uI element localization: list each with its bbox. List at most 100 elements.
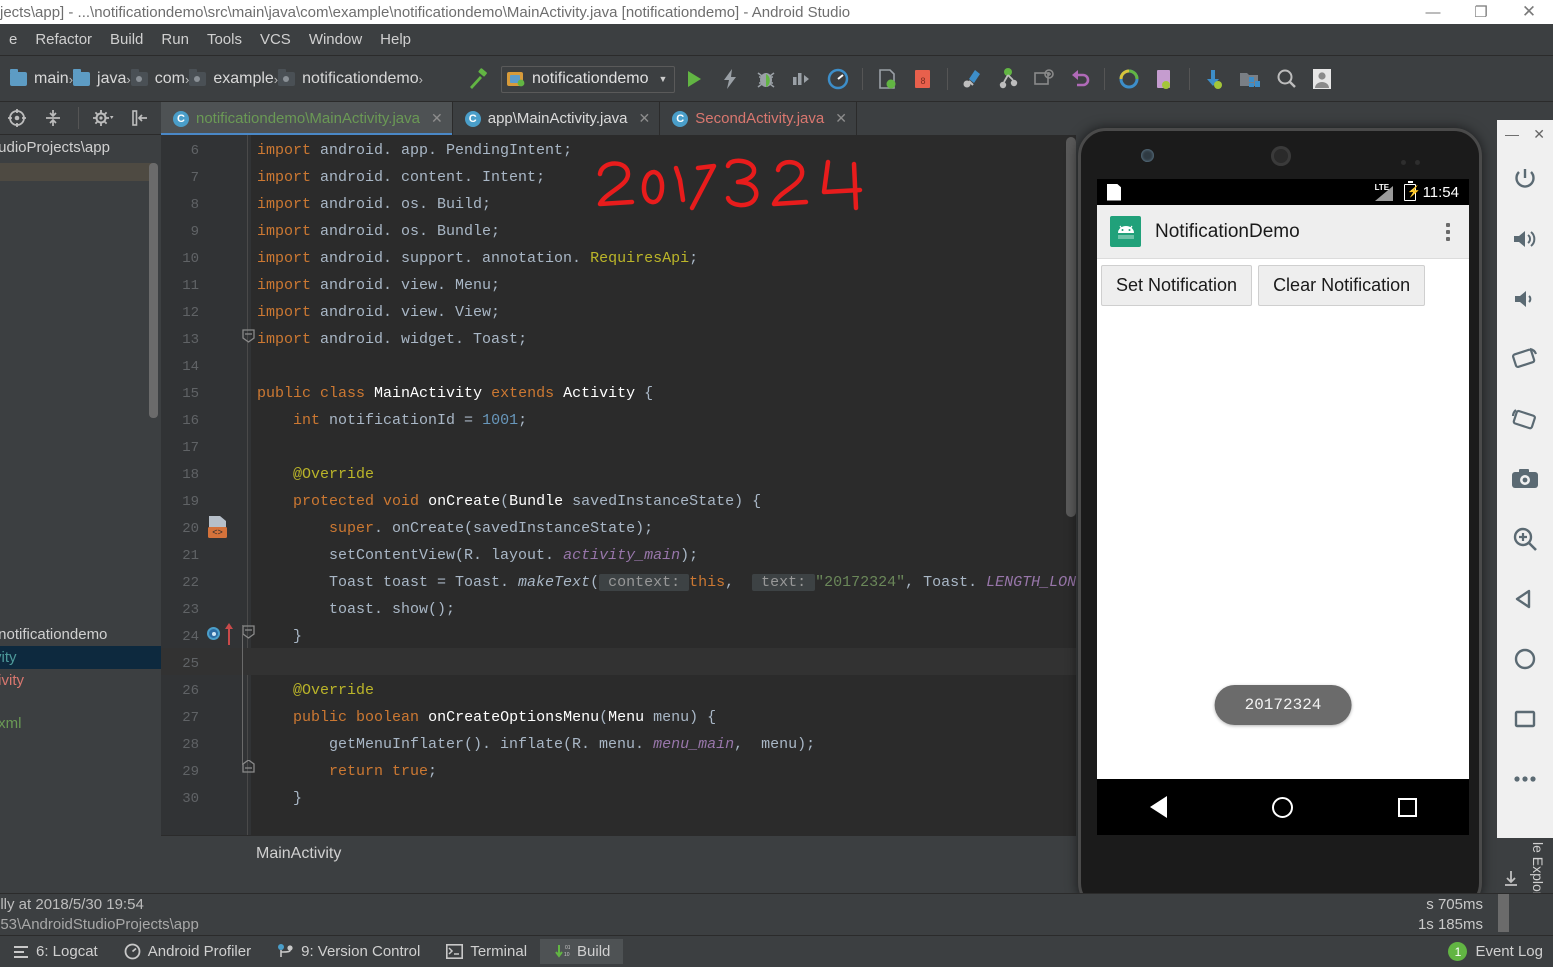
toolbar-separator xyxy=(947,68,949,90)
menu-item-e[interactable]: e xyxy=(0,28,26,51)
bean-class-icon[interactable]: <> xyxy=(207,515,229,544)
breadcrumb-item-notificationdemo[interactable]: notificationdemo xyxy=(278,69,419,88)
breadcrumb-item-example[interactable]: example xyxy=(189,69,274,88)
event-log-button[interactable]: 1 Event Log xyxy=(1448,942,1543,961)
java-class-icon: C xyxy=(173,110,189,127)
rotate-right-icon[interactable] xyxy=(1497,389,1553,449)
sync-project-icon[interactable] xyxy=(1112,62,1146,96)
code-lines[interactable]: import android. app. PendingIntent; impo… xyxy=(251,135,1076,835)
minimize-icon[interactable]: — xyxy=(1409,0,1457,24)
menu-item-build[interactable]: Build xyxy=(101,28,152,51)
menu-item-window[interactable]: Window xyxy=(300,28,371,51)
account-icon[interactable] xyxy=(1305,62,1339,96)
project-root-path[interactable]: tudioProjects\app xyxy=(0,135,161,156)
clear-notification-button[interactable]: Clear Notification xyxy=(1258,265,1426,306)
breadcrumb-item-main[interactable]: main xyxy=(10,69,69,88)
tree-item-mainactivity[interactable]: vity xyxy=(0,646,161,669)
line-number: 28 xyxy=(182,737,199,753)
monitor-icon[interactable] xyxy=(821,62,855,96)
tree-item-notificationdemo[interactable]: .notificationdemo xyxy=(0,623,161,646)
apply-changes-icon[interactable] xyxy=(713,62,747,96)
debug-icon[interactable] xyxy=(749,62,783,96)
emulator-minimize-icon[interactable]: — xyxy=(1505,126,1519,143)
tool-window-logcat[interactable]: 6: Logcat xyxy=(0,939,111,964)
hammer-icon[interactable] xyxy=(461,62,495,96)
breadcrumb-item-com[interactable]: com xyxy=(130,69,185,88)
menu-item-tools[interactable]: Tools xyxy=(198,28,251,51)
tool-window-build[interactable]: 01 10 Build xyxy=(540,939,624,964)
layout-inspector-icon[interactable] xyxy=(991,62,1025,96)
menu-item-refactor[interactable]: Refactor xyxy=(26,28,101,51)
tree-item-xml[interactable]: .xml xyxy=(0,712,161,735)
maximize-icon[interactable]: ❐ xyxy=(1457,0,1505,24)
avd-manager-icon[interactable]: 8 xyxy=(906,62,940,96)
volume-down-icon[interactable] xyxy=(1497,269,1553,329)
android-emulator-window[interactable]: LTE ⚡ 11:54 NotificationDemo Set Notific… xyxy=(1078,128,1482,911)
tab-secondactivity[interactable]: C SecondActivity.java ✕ xyxy=(660,102,857,135)
emulator-screen[interactable]: LTE ⚡ 11:54 NotificationDemo Set Notific… xyxy=(1097,179,1469,835)
download-strip-icon[interactable] xyxy=(1503,870,1519,893)
zoom-icon[interactable] xyxy=(1497,509,1553,569)
app-action-bar: NotificationDemo xyxy=(1097,205,1469,259)
editor-breadcrumb[interactable]: MainActivity xyxy=(161,835,1076,871)
project-panel-scrollbar[interactable] xyxy=(149,163,158,418)
home-icon[interactable] xyxy=(1271,796,1293,818)
run-configuration-selector[interactable]: notificationdemo ▼ xyxy=(501,65,676,93)
recents-icon[interactable] xyxy=(1397,797,1417,817)
build-output-scrollbar[interactable] xyxy=(1498,894,1509,932)
build-output-panel[interactable]: ully at 2018/5/30 19:54 553\AndroidStudi… xyxy=(0,893,1553,935)
locate-icon[interactable] xyxy=(0,101,34,135)
run-icon[interactable] xyxy=(677,62,711,96)
project-tree-panel[interactable]: tudioProjects\app .notificationdemo vity… xyxy=(0,135,161,893)
menu-item-run[interactable]: Run xyxy=(152,28,198,51)
menu-item-help[interactable]: Help xyxy=(371,28,420,51)
close-icon[interactable]: ✕ xyxy=(639,110,651,127)
profile-icon[interactable] xyxy=(785,62,819,96)
tool-window-android-profiler[interactable]: Android Profiler xyxy=(111,939,264,964)
editor-tab-bar: C notificationdemo\MainActivity.java ✕ C… xyxy=(161,102,1076,135)
screenshot-icon[interactable] xyxy=(1497,449,1553,509)
set-notification-button[interactable]: Set Notification xyxy=(1101,265,1253,306)
front-camera-icon xyxy=(1141,149,1154,162)
code-editor[interactable]: 6 7 8 9 10 11 12 13 14 15 16 17 18 19 20… xyxy=(161,135,1076,835)
tool-window-terminal[interactable]: Terminal xyxy=(433,939,540,964)
code-line-9: import android. os. Bundle; xyxy=(257,223,501,240)
menu-item-vcs[interactable]: VCS xyxy=(251,28,300,51)
more-icon[interactable] xyxy=(1497,749,1553,809)
override-marker-icon[interactable] xyxy=(207,627,220,640)
attach-debugger-icon[interactable] xyxy=(955,62,989,96)
back-icon[interactable] xyxy=(1149,796,1167,818)
search-icon[interactable] xyxy=(1269,62,1303,96)
new-device-icon[interactable] xyxy=(1027,62,1061,96)
tab-notificationdemo-mainactivity[interactable]: C notificationdemo\MainActivity.java ✕ xyxy=(161,102,453,135)
tool-window-version-control[interactable]: 9: Version Control xyxy=(264,939,433,964)
editor-gutter[interactable] xyxy=(161,135,251,835)
main-toolbar: main › java › com › example › notificati… xyxy=(0,57,1553,102)
collapse-all-icon[interactable] xyxy=(37,101,71,135)
close-icon[interactable]: ✕ xyxy=(431,110,443,127)
avd-device-manager-icon[interactable] xyxy=(1148,62,1182,96)
project-structure-icon[interactable] xyxy=(1233,62,1267,96)
tree-item-secondactivity[interactable]: tivity xyxy=(0,669,161,692)
overview-icon[interactable] xyxy=(1497,689,1553,749)
volume-up-icon[interactable] xyxy=(1497,209,1553,269)
close-icon[interactable]: ✕ xyxy=(1505,0,1553,24)
tool-window-label: Android Profiler xyxy=(147,943,252,960)
rotate-left-icon[interactable] xyxy=(1497,329,1553,389)
power-icon[interactable] xyxy=(1497,149,1553,209)
close-icon[interactable]: ✕ xyxy=(835,110,847,127)
sdk-download-icon[interactable] xyxy=(1197,62,1231,96)
undo-icon[interactable] xyxy=(1063,62,1097,96)
sd-card-icon xyxy=(1107,183,1121,201)
tab-app-mainactivity[interactable]: C app\MainActivity.java ✕ xyxy=(453,102,661,135)
home-icon[interactable] xyxy=(1497,629,1553,689)
sync-gradle-icon[interactable] xyxy=(870,62,904,96)
package-icon xyxy=(189,69,207,86)
overflow-menu-icon[interactable] xyxy=(1440,219,1456,245)
breadcrumb-item-java[interactable]: java xyxy=(73,69,126,88)
hide-panel-icon[interactable] xyxy=(124,101,158,135)
emulator-close-icon[interactable]: ✕ xyxy=(1533,126,1545,143)
back-icon[interactable] xyxy=(1497,569,1553,629)
event-log-badge: 1 xyxy=(1448,942,1468,961)
settings-gear-icon[interactable] xyxy=(87,101,121,135)
